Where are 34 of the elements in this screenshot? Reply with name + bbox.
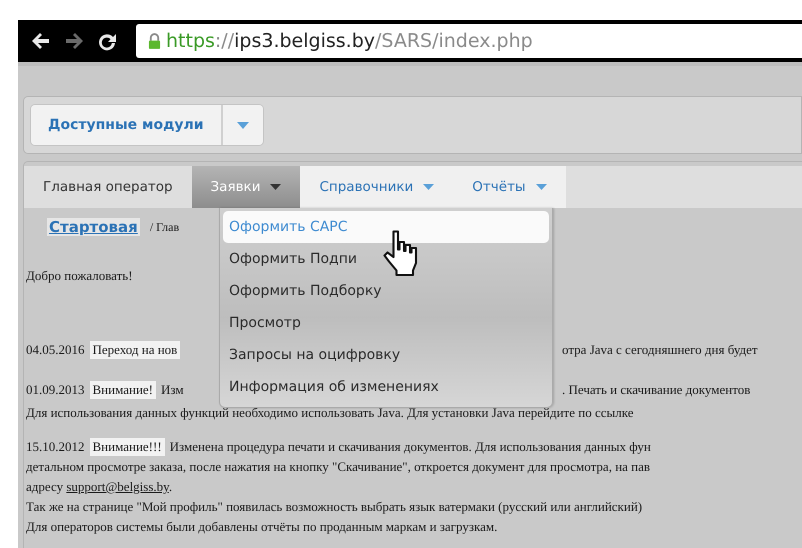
caret-icon bbox=[236, 122, 249, 128]
news-date: 01.09.2013 bbox=[26, 382, 84, 398]
news-text: Для операторов системы были добавлены отчёты по проданным маркам и загрузкам. bbox=[25, 518, 498, 536]
modules-button[interactable]: Доступные модули bbox=[31, 105, 223, 145]
email-link[interactable]: support@belgiss.by bbox=[66, 479, 169, 494]
back-icon[interactable] bbox=[31, 31, 51, 51]
news-text: детальном просмотре заказа, после нажатия на кнопку "Скачивание", откроется документ для просмотра, на пав bbox=[25, 458, 652, 476]
menu-item[interactable]: Запросы на оцифровку bbox=[223, 339, 549, 371]
menu-item[interactable]: Информация об изменениях bbox=[223, 371, 549, 403]
url-text: https://ips3.belgiss.by/SARS/index.php bbox=[166, 30, 533, 52]
menu-item[interactable]: Оформить САРС bbox=[223, 211, 549, 243]
news-text: отра Java с сегодняшнего дня будет bbox=[562, 342, 758, 358]
news-text: Так же на странице "Мой профиль" появилась возможность выбрать язык ватермаки (русский или английский) bbox=[25, 498, 644, 516]
lock-icon bbox=[148, 32, 161, 50]
news-tag: Переход на нов bbox=[90, 341, 180, 359]
breadcrumb-link[interactable]: Стартовая bbox=[47, 218, 140, 236]
news-date: 15.10.2012 bbox=[26, 439, 84, 455]
menu-item[interactable]: Оформить Подборку bbox=[223, 275, 549, 307]
news-text: Изм bbox=[161, 382, 184, 398]
breadcrumb-current: / Глав bbox=[150, 220, 180, 234]
news-tag: Внимание!!! bbox=[90, 438, 165, 456]
news-text: Для использования данных функций необходимо использовать Java. Для установки Java перейдите по ссылке bbox=[25, 404, 634, 422]
news-date: 04.05.2016 bbox=[26, 342, 84, 358]
forward-icon[interactable] bbox=[64, 31, 84, 51]
address-field[interactable]: https://ips3.belgiss.by/SARS/index.php bbox=[136, 24, 802, 58]
menu-tab[interactable]: Справочники bbox=[300, 166, 454, 208]
news-text: Изменена процедура печати и скачивания документов. Для использования данных фун bbox=[170, 439, 651, 455]
menu-item[interactable]: Просмотр bbox=[223, 307, 549, 339]
menu-item[interactable]: Оформить Подпи bbox=[223, 243, 549, 275]
news-text: адресу support@belgiss.by. bbox=[25, 478, 174, 496]
menu-tab[interactable]: Отчёты bbox=[453, 166, 566, 208]
welcome-text: Добро пожаловать! bbox=[26, 268, 134, 284]
news-text: . Печать и скачивание документов bbox=[562, 382, 750, 398]
news-tag: Внимание! bbox=[90, 381, 156, 399]
